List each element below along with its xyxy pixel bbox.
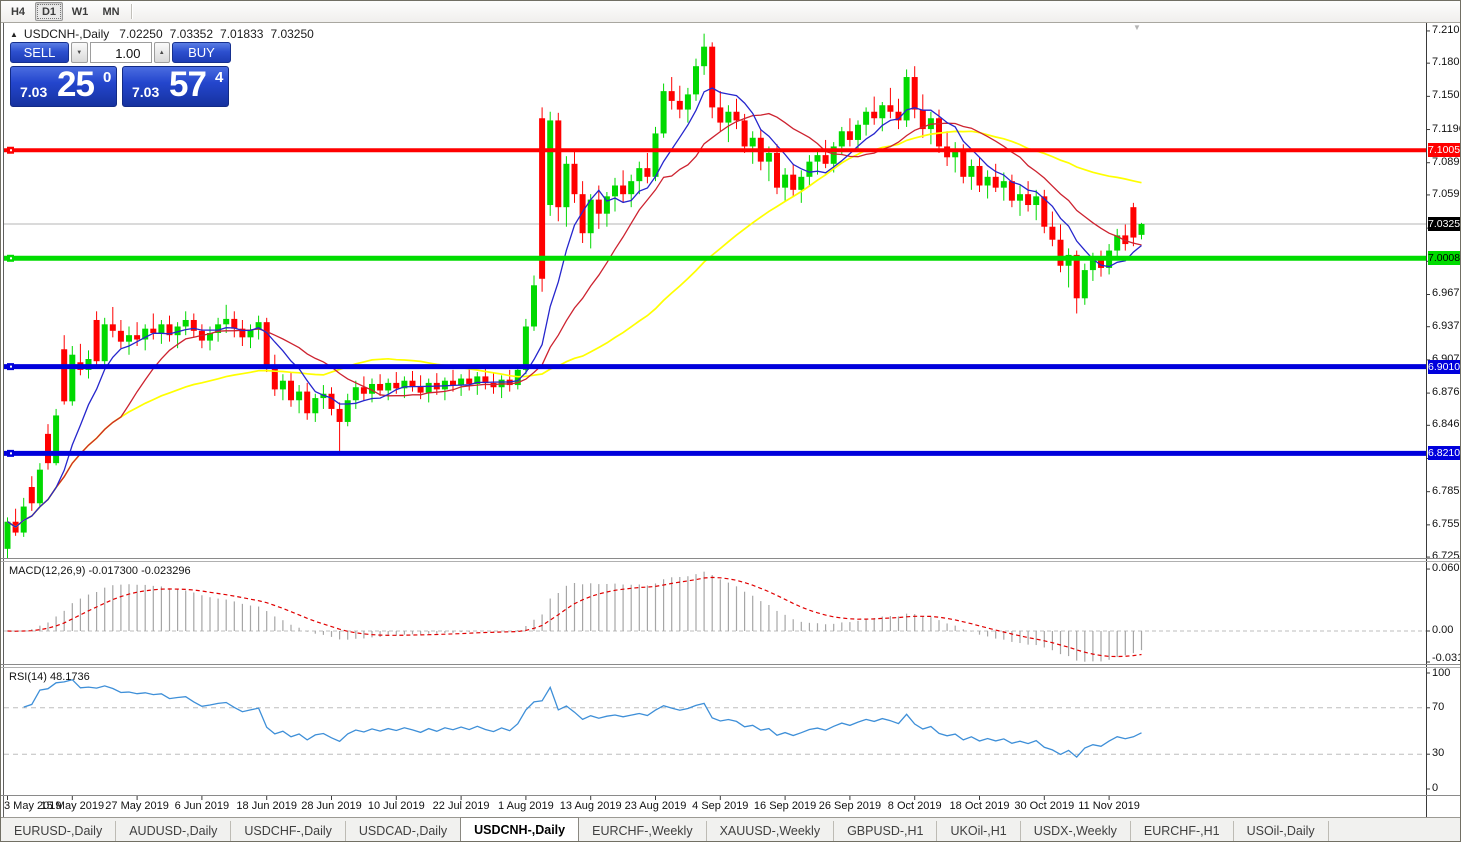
timeframe-toolbar: H4D1W1MN: [1, 1, 1460, 23]
date-tick-label: 22 Jul 2019: [433, 800, 490, 812]
ohlc-open: 7.02250: [119, 27, 162, 41]
price-line-badge: 7.10051: [1428, 143, 1461, 157]
date-tick-label: 6 Jun 2019: [175, 800, 229, 812]
price-tick-label: 6.96750: [1432, 287, 1461, 299]
one-click-trading-widget: SELL ▼ ▲ BUY 7.03 25 0 7.03 57 4: [10, 42, 231, 107]
price-line-badge: 6.82103: [1428, 446, 1461, 460]
chart-tab-usdcnh-daily[interactable]: USDCNH-,Daily: [460, 817, 579, 841]
rsi-pane[interactable]: [4, 680, 1426, 757]
macd-splitter-bottom: [1, 561, 1460, 562]
date-tick-label: 30 Oct 2019: [1014, 800, 1074, 812]
date-tick-label: 23 Aug 2019: [625, 800, 687, 812]
chart-tab-bar: EURUSD-,DailyAUDUSD-,DailyUSDCHF-,DailyU…: [1, 817, 1460, 841]
date-tick-label: 1 Aug 2019: [498, 800, 554, 812]
sell-price-prefix: 7.03: [20, 84, 47, 100]
date-tick-label: 28 Jun 2019: [301, 800, 362, 812]
chart-tab-xauusd-weekly[interactable]: XAUUSD-,Weekly: [707, 821, 834, 841]
date-tick-label: 16 Sep 2019: [754, 800, 816, 812]
macd-pane[interactable]: [4, 572, 1426, 662]
rsi-tick-label: 30: [1432, 747, 1444, 759]
chart-tab-eurusd-daily[interactable]: EURUSD-,Daily: [1, 821, 116, 841]
date-tick-label: 15 May 2019: [40, 800, 104, 812]
date-tick-label: 8 Oct 2019: [888, 800, 942, 812]
buy-price-big-digits: 57: [169, 65, 206, 105]
buy-price-prefix: 7.03: [132, 84, 159, 100]
macd-indicator-label: MACD(12,26,9) -0.017300 -0.023296: [9, 565, 191, 577]
candlestick-pane[interactable]: [4, 34, 1426, 559]
sell-button[interactable]: SELL: [10, 42, 69, 63]
price-tick-label: 7.18080: [1432, 56, 1461, 68]
ohlc-high: 7.03352: [170, 27, 213, 41]
volume-increase-icon[interactable]: ▲: [154, 42, 171, 63]
chart-header: ▲ USDCNH-,Daily 7.02250 7.03352 7.01833 …: [10, 27, 321, 41]
macd-tick-label: -0.031725: [1432, 652, 1461, 664]
price-line-badge: 7.00089: [1428, 251, 1461, 265]
rsi-splitter-top[interactable]: [1, 664, 1460, 665]
toolbar-divider: [131, 4, 132, 19]
buy-price-panel[interactable]: 7.03 57 4: [122, 66, 229, 107]
price-tick-label: 6.84690: [1432, 418, 1461, 430]
price-tick-label: 6.87660: [1432, 386, 1461, 398]
chart-tab-gbpusd-h1[interactable]: GBPUSD-,H1: [834, 821, 937, 841]
date-tick-label: 11 Nov 2019: [1078, 800, 1140, 812]
rsi-tick-label: 0: [1432, 782, 1438, 794]
collapse-panel-icon[interactable]: ▲: [10, 30, 18, 39]
chart-symbol-title: USDCNH-,Daily: [24, 27, 109, 41]
chart-shift-marker-icon[interactable]: ▼: [1133, 24, 1141, 32]
rsi-splitter-bottom: [1, 667, 1460, 668]
price-tick-label: 7.08900: [1432, 156, 1461, 168]
time-axis-border: [1, 795, 1460, 796]
date-tick-label: 18 Jun 2019: [236, 800, 297, 812]
volume-input[interactable]: [90, 42, 152, 63]
timeframe-button-mn[interactable]: MN: [97, 2, 125, 21]
timeframe-button-w1[interactable]: W1: [66, 2, 94, 21]
chart-tab-usdchf-daily[interactable]: USDCHF-,Daily: [231, 821, 346, 841]
macd-tick-label: 0.00: [1432, 624, 1453, 636]
date-tick-label: 4 Sep 2019: [692, 800, 748, 812]
buy-price-pipette: 4: [215, 69, 223, 86]
price-tick-label: 6.75510: [1432, 518, 1461, 530]
chart-tab-eurchf-h1[interactable]: EURCHF-,H1: [1131, 821, 1234, 841]
rsi-tick-label: 100: [1432, 667, 1450, 679]
date-tick-label: 26 Sep 2019: [819, 800, 881, 812]
chart-tab-audusd-daily[interactable]: AUDUSD-,Daily: [116, 821, 231, 841]
buy-button[interactable]: BUY: [172, 42, 231, 63]
chart-plot-area[interactable]: [1, 1, 1461, 842]
ohlc-low: 7.01833: [220, 27, 263, 41]
timeframe-button-h4[interactable]: H4: [4, 2, 32, 21]
sell-price-pipette: 0: [103, 69, 111, 86]
ohlc-close: 7.03250: [270, 27, 313, 41]
price-tick-label: 7.11960: [1432, 123, 1461, 135]
price-tick-label: 6.93780: [1432, 320, 1461, 332]
rsi-indicator-label: RSI(14) 48.1736: [9, 671, 90, 683]
chart-window-left-border: [3, 23, 4, 819]
trading-terminal-window: H4D1W1MN ▼ ▲ USDCNH-,Daily 7.02250 7.033…: [0, 0, 1461, 842]
price-tick-label: 7.15020: [1432, 89, 1461, 101]
price-tick-label: 7.05930: [1432, 188, 1461, 200]
date-tick-label: 10 Jul 2019: [368, 800, 425, 812]
sell-price-big-digits: 25: [57, 65, 94, 105]
price-tick-label: 6.78570: [1432, 485, 1461, 497]
date-tick-label: 27 May 2019: [105, 800, 169, 812]
timeframe-button-d1[interactable]: D1: [35, 2, 63, 21]
chart-tab-ukoil-h1[interactable]: UKOil-,H1: [937, 821, 1020, 841]
chart-tab-usoil-daily[interactable]: USOil-,Daily: [1234, 821, 1329, 841]
macd-tick-label: 0.060273: [1432, 562, 1461, 574]
rsi-tick-label: 70: [1432, 701, 1444, 713]
volume-decrease-icon[interactable]: ▼: [71, 42, 88, 63]
chart-tab-usdx-weekly[interactable]: USDX-,Weekly: [1021, 821, 1131, 841]
macd-splitter-top[interactable]: [1, 558, 1460, 559]
chart-tab-usdcad-daily[interactable]: USDCAD-,Daily: [346, 821, 461, 841]
chart-tab-eurchf-weekly[interactable]: EURCHF-,Weekly: [579, 821, 706, 841]
price-tick-label: 7.21050: [1432, 24, 1461, 36]
price-line-badge: 6.90100: [1428, 360, 1461, 374]
date-tick-label: 13 Aug 2019: [560, 800, 622, 812]
sell-price-panel[interactable]: 7.03 25 0: [10, 66, 117, 107]
date-tick-label: 18 Oct 2019: [950, 800, 1010, 812]
price-line-badge: 7.03250: [1428, 217, 1461, 231]
